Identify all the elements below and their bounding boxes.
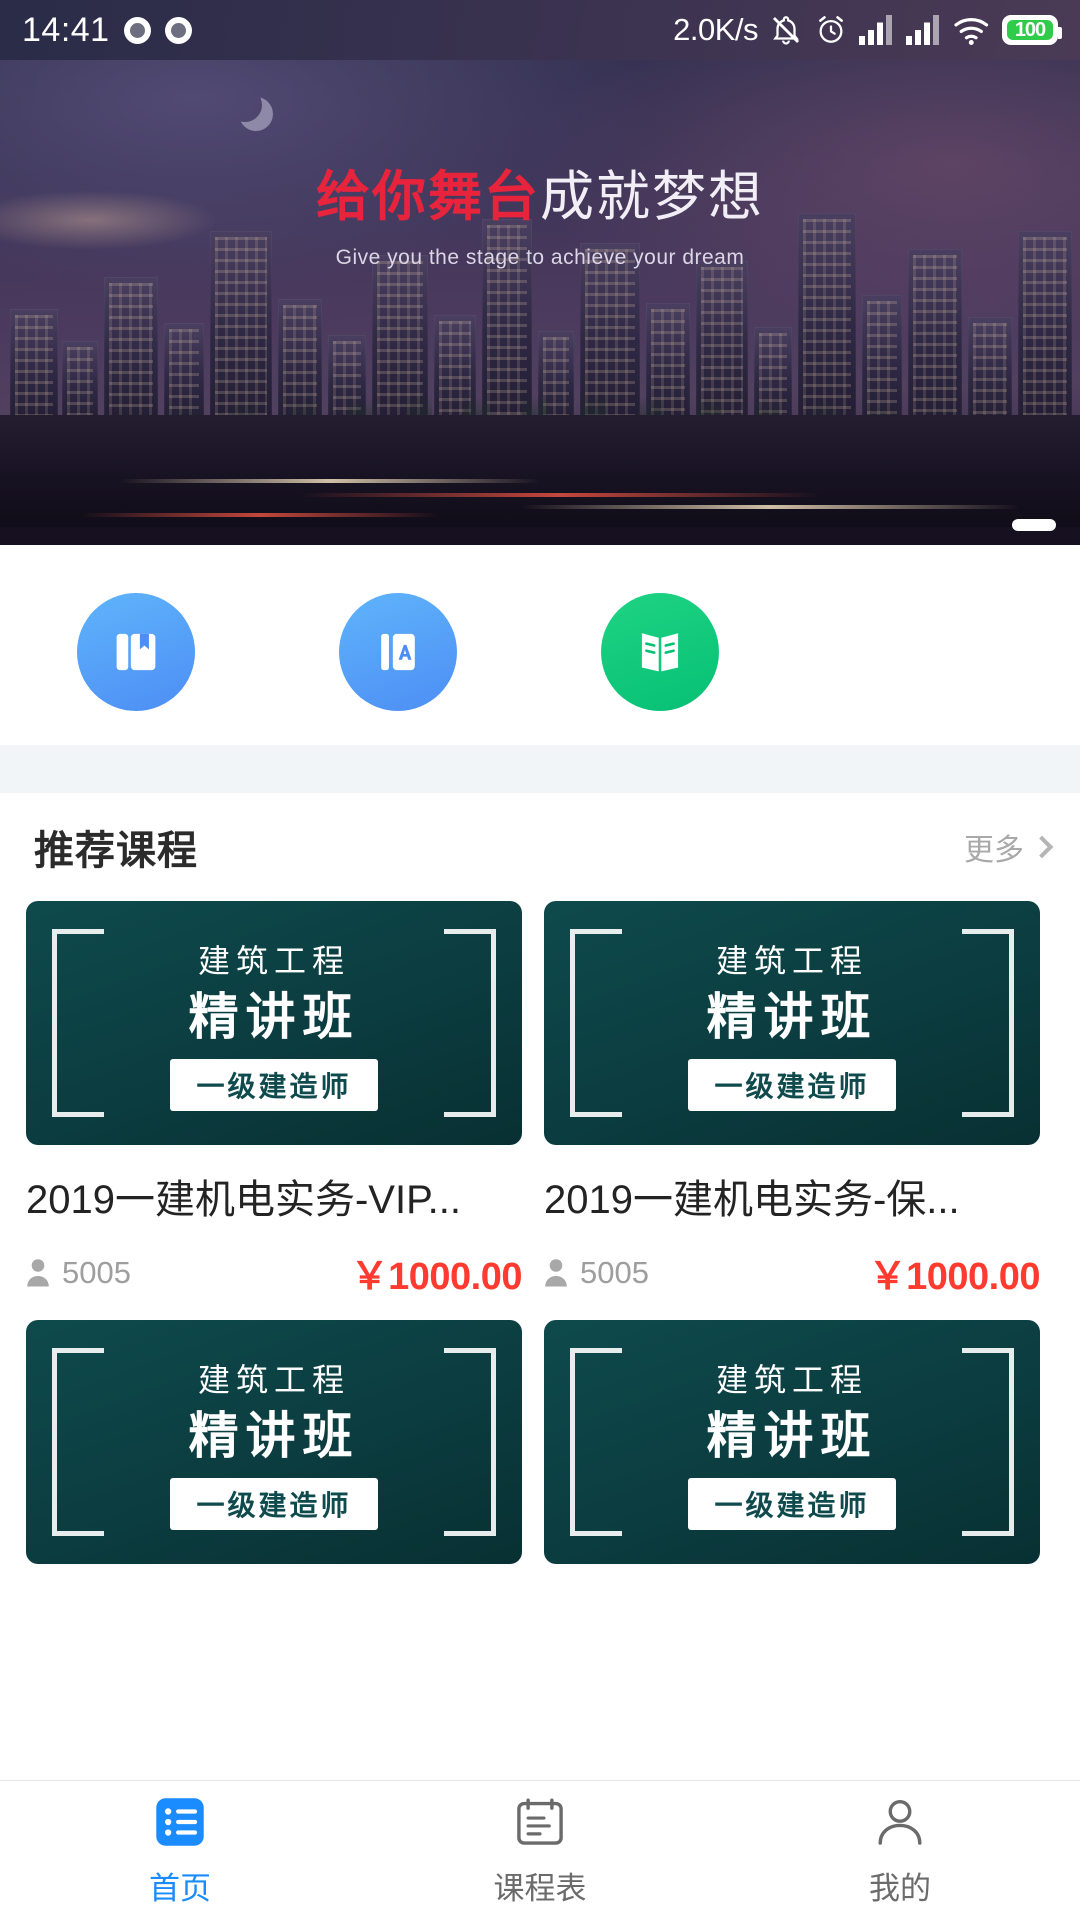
schedule-icon [517,1798,563,1845]
course-meta: 5005 ￥1000.00 [26,1245,523,1300]
tab-label-schedule: 课程表 [493,1871,587,1906]
banner-headline-red: 给你舞台 [316,167,540,227]
enrolled-count: 5005 [62,1254,131,1290]
open-book-icon [641,633,679,672]
course-price: ￥1000.00 [868,1256,1041,1298]
cover-badge-text: 一级建造师 [170,1058,378,1111]
book-letter-a-icon [381,633,415,671]
cover-main-text: 精讲班 [706,1407,878,1464]
course-meta: 5005 ￥1000.00 [544,1245,1041,1300]
section-header: 推荐课程 更多 [0,793,1080,901]
section-title: 推荐课程 [34,829,198,873]
quick-nav-row: 课程 题库 课程包 [0,545,1080,786]
alarm-clock-icon [819,16,843,43]
banner-text-block: 给你舞台成就梦想 Give you the stage to achieve y… [0,170,1080,270]
course-title: 2019一建机电实务-VIP... [26,1178,461,1222]
cover-badge-text: 一级建造师 [688,1058,896,1111]
course-cover: 建筑工程 精讲班 一级建造师 [26,1320,522,1564]
status-bar: 14:41 2.0K/s 100 [0,0,1080,60]
banner-page-indicator[interactable] [1012,519,1056,531]
recommended-courses-section: 推荐课程 更多 建筑工程 精讲班 一级建造师 2019一建机电实务-VIP... [0,793,1080,1564]
book-bookmark-icon [116,633,156,671]
person-icon [27,1258,49,1286]
network-speed: 2.0K/s [673,12,758,47]
moon-decoration [228,88,262,122]
bell-muted-icon [772,16,800,45]
course-price: ￥1000.00 [350,1256,523,1298]
list-home-icon [156,1798,204,1846]
tab-home[interactable]: 首页 [0,1781,360,1920]
cover-main-text: 精讲班 [188,1407,360,1464]
road-ground [0,415,1080,545]
more-label: 更多 [964,834,1024,867]
wifi-icon [954,18,989,45]
course-card-grid: 建筑工程 精讲班 一级建造师 2019一建机电实务-VIP... 5005 ￥1… [0,901,1080,1564]
bracket-right-decoration [444,1348,496,1536]
enrolled-count-group: 5005 [544,1255,649,1291]
person-icon [878,1799,922,1845]
course-title: 2019一建机电实务-保... [544,1178,960,1222]
bracket-left-decoration [52,1348,104,1536]
cover-badge-text: 一级建造师 [170,1477,378,1530]
status-bar-left: 14:41 [22,11,192,50]
bracket-right-decoration [444,929,496,1117]
dot-indicator-icon [123,16,151,44]
course-card[interactable]: 建筑工程 精讲班 一级建造师 2019一建机电实务-保... 5005 ￥100… [544,901,1041,1300]
bracket-left-decoration [570,929,622,1117]
course-cover: 建筑工程 精讲班 一级建造师 [544,901,1040,1145]
course-cover: 建筑工程 精讲班 一级建造师 [544,1320,1040,1564]
section-divider [0,745,1080,793]
more-link[interactable]: 更多 [964,825,1054,869]
bottom-tab-bar: 首页 课程表 我的 [0,1780,1080,1920]
cover-top-text: 建筑工程 [715,1361,868,1398]
tab-label-home: 首页 [149,1871,211,1906]
course-card[interactable]: 建筑工程 精讲班 一级建造师 [26,1300,522,1564]
tab-schedule[interactable]: 课程表 [360,1781,720,1920]
course-card[interactable]: 建筑工程 精讲班 一级建造师 [544,1300,1040,1564]
status-time: 14:41 [22,10,110,49]
signal-bars-icon [859,15,892,45]
bracket-left-decoration [570,1348,622,1536]
question-bank-icon-circle [339,593,457,711]
signal-bars-icon [906,15,939,45]
tab-profile[interactable]: 我的 [720,1781,1080,1920]
battery-icon: 100 [1002,15,1062,45]
course-icon-circle [77,593,195,711]
enrolled-count: 5005 [580,1254,649,1290]
bracket-right-decoration [962,929,1014,1117]
chevron-right-icon [1030,835,1054,859]
bracket-left-decoration [52,929,104,1117]
banner-subtitle: Give you the stage to achieve your dream [335,246,745,269]
course-card[interactable]: 建筑工程 精讲班 一级建造师 2019一建机电实务-VIP... 5005 ￥1… [26,901,523,1300]
cover-main-text: 精讲班 [706,988,878,1045]
cover-badge-text: 一级建造师 [688,1477,896,1530]
dot-indicator-icon [164,16,192,44]
cover-main-text: 精讲班 [188,988,360,1045]
cover-top-text: 建筑工程 [715,942,868,979]
enrolled-count-group: 5005 [26,1255,131,1291]
tab-label-profile: 我的 [869,1871,931,1906]
status-bar-right: 2.0K/s 100 [673,12,1062,48]
hero-banner[interactable]: 给你舞台成就梦想 Give you the stage to achieve y… [0,0,1080,545]
cover-top-text: 建筑工程 [197,1361,350,1398]
bracket-right-decoration [962,1348,1014,1536]
banner-headline-white: 成就梦想 [540,167,764,227]
course-cover: 建筑工程 精讲班 一级建造师 [26,901,522,1145]
course-package-icon-circle [601,593,719,711]
battery-level: 100 [1014,18,1046,41]
person-icon [545,1258,567,1286]
cover-top-text: 建筑工程 [197,942,350,979]
